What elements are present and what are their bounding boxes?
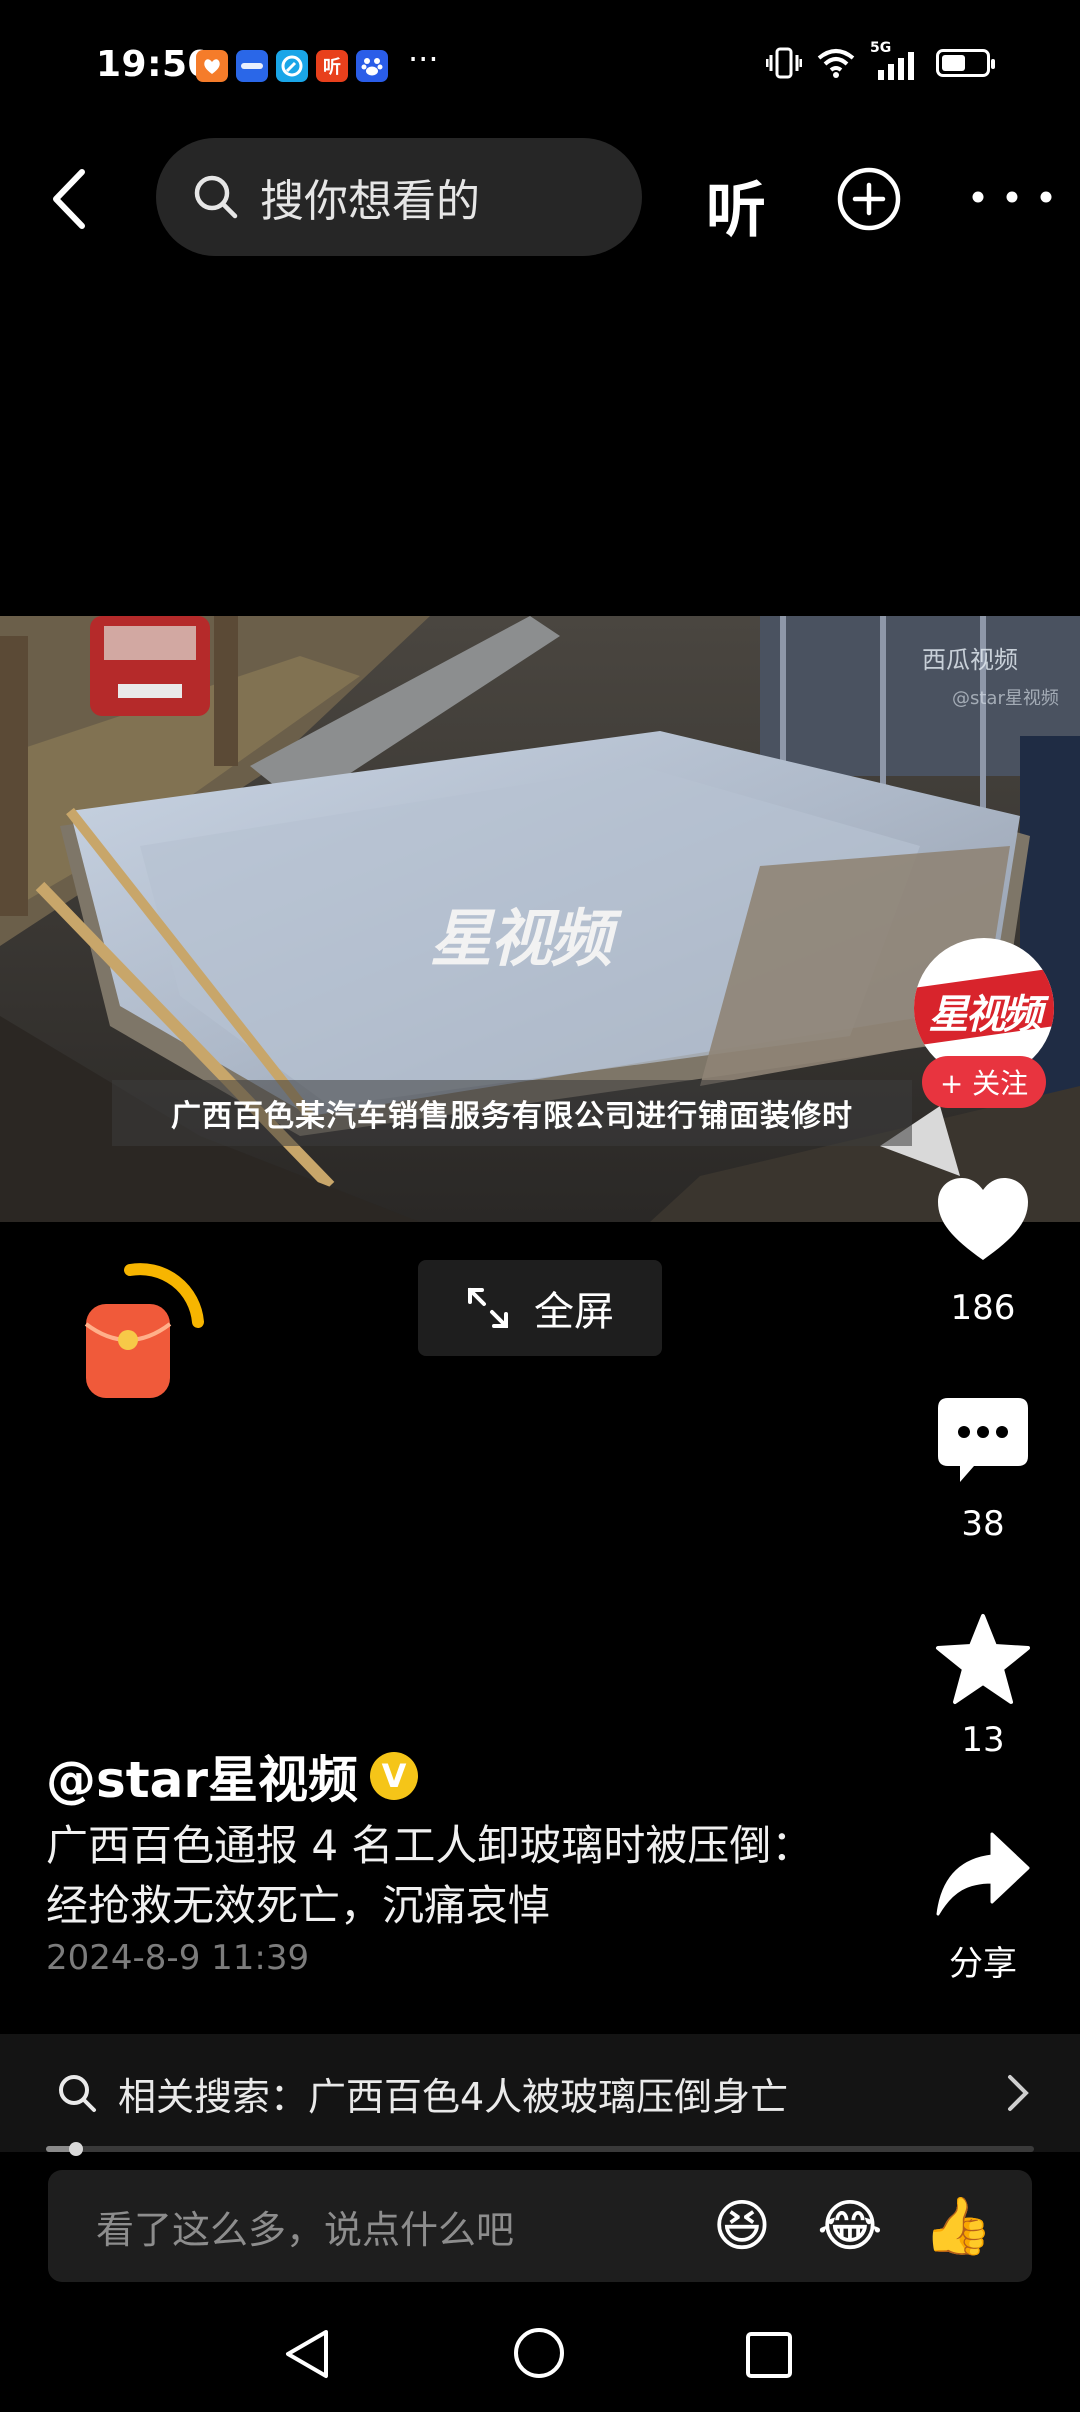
comment-count: 38 xyxy=(961,1504,1005,1544)
related-search-text: 相关搜索：广西百色4人被玻璃压倒身亡 xyxy=(118,2074,789,2119)
ting-app-icon: 听 xyxy=(316,50,348,82)
status-more-indicator: ··· xyxy=(408,40,439,78)
blue-app-icon xyxy=(236,50,268,82)
related-search-bar[interactable]: 相关搜索：广西百色4人被玻璃压倒身亡 xyxy=(0,2034,1080,2152)
listen-button[interactable]: 听 xyxy=(706,162,766,249)
post-date: 2024-8-9 11:39 xyxy=(46,1938,310,1978)
watermark-handle: @star星视频 xyxy=(952,688,1059,709)
search-icon xyxy=(59,2075,96,2112)
video-player[interactable]: 西瓜视频 @star星视频 星视频 广西百色某汽车销售服务有限公司进行铺面装修时 xyxy=(0,616,1080,1222)
fullscreen-button[interactable]: 全屏 xyxy=(418,1260,662,1356)
more-options-icon[interactable] xyxy=(968,186,1056,208)
tears-of-joy-emoji-icon[interactable]: 😂 xyxy=(816,2192,884,2260)
expand-icon xyxy=(468,1288,508,1328)
like-count: 186 xyxy=(950,1288,1016,1328)
post-caption[interactable]: 广西百色通报 4 名工人卸玻璃时被压倒： 经抢救无效死亡，沉痛哀悼 xyxy=(46,1816,846,1936)
author-name[interactable]: @star星视频 V xyxy=(46,1740,419,1812)
search-icon xyxy=(194,175,238,219)
comment-input[interactable]: 看了这么多，说点什么吧 😆 😂 👍 xyxy=(48,2170,1032,2282)
caption-line-1: 广西百色通报 4 名工人卸玻璃时被压倒： xyxy=(46,1821,814,1870)
orange-app-icon xyxy=(196,50,228,82)
battery-icon xyxy=(936,49,995,77)
nav-recent-apps-icon[interactable] xyxy=(744,2330,794,2380)
thumbs-up-emoji-icon[interactable]: 👍 xyxy=(923,2192,993,2260)
baidu-app-icon xyxy=(356,50,388,82)
browser-app-icon xyxy=(276,50,308,82)
back-arrow-icon[interactable] xyxy=(44,164,104,234)
comment-placeholder: 看了这么多，说点什么吧 xyxy=(96,2207,515,2252)
share-label[interactable]: 分享 xyxy=(900,1936,1066,1985)
nav-back-icon[interactable] xyxy=(280,2326,334,2382)
status-indicators: 5G xyxy=(766,40,995,80)
like-heart-icon[interactable] xyxy=(934,1172,1032,1270)
video-progress-bar[interactable] xyxy=(46,2142,1034,2156)
fullscreen-label: 全屏 xyxy=(534,1289,614,1335)
author-handle[interactable]: @star星视频 xyxy=(46,1740,358,1812)
verified-badge-icon: V xyxy=(370,1752,419,1800)
avatar-logo-text: 星视频 xyxy=(928,992,1043,1038)
favorite-star-icon[interactable] xyxy=(934,1612,1032,1710)
watermark-logo: 西瓜视频 xyxy=(922,646,1018,674)
nav-home-icon[interactable] xyxy=(512,2326,566,2380)
vibrate-icon xyxy=(766,47,802,79)
battery-level xyxy=(942,55,965,71)
comment-bubble-icon[interactable] xyxy=(934,1394,1032,1492)
red-packet-icon[interactable] xyxy=(80,1262,206,1406)
progress-handle[interactable] xyxy=(69,2142,83,2156)
follow-button[interactable]: + 关注 xyxy=(922,1056,1046,1108)
wifi-icon xyxy=(817,49,855,78)
search-placeholder: 搜你想看的 xyxy=(260,176,480,227)
video-subtitle: 广西百色某汽车销售服务有限公司进行铺面装修时 xyxy=(112,1080,912,1146)
share-arrow-icon[interactable] xyxy=(934,1826,1032,1924)
laugh-emoji-icon[interactable]: 😆 xyxy=(708,2192,776,2260)
chevron-right-icon xyxy=(1008,2075,1029,2111)
cellular-signal-icon: 5G xyxy=(870,40,922,80)
search-input[interactable]: 搜你想看的 xyxy=(156,138,642,256)
favorite-count: 13 xyxy=(961,1720,1005,1760)
video-center-logo: 星视频 xyxy=(430,902,612,975)
caption-line-2: 经抢救无效死亡，沉痛哀悼 xyxy=(46,1881,551,1930)
add-circle-icon[interactable] xyxy=(836,166,902,232)
